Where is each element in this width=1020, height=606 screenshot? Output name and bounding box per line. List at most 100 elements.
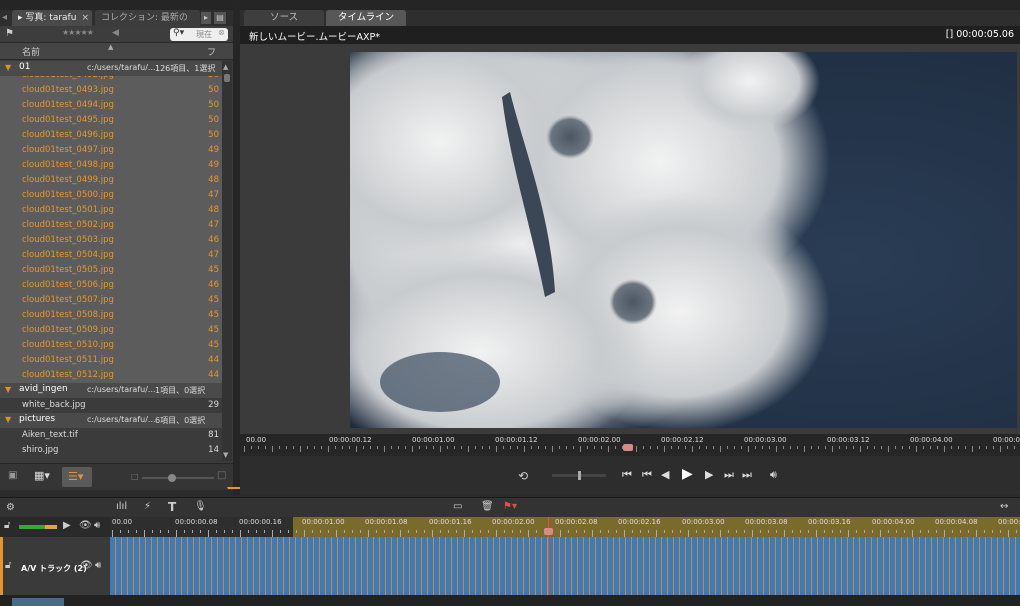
jog-handle[interactable] (578, 471, 581, 480)
timeline-tick-mark (408, 530, 409, 533)
column-right[interactable]: フ (207, 45, 216, 58)
list-item[interactable]: cloud01test_0495.jpg 50 (0, 113, 222, 128)
speaker-icon[interactable]: 🔊︎ (94, 521, 100, 531)
group-header-avid-ingen[interactable]: ▼ avid_ingen c:/users/tarafu/... 1項目、0選択 (0, 383, 222, 398)
tab-timeline[interactable]: タイムライン (326, 10, 406, 26)
list-item[interactable]: cloud01test_0502.jpg 47 (0, 218, 222, 233)
ruler-tick-mark (342, 446, 343, 449)
timeline-tick-mark (512, 530, 513, 533)
list-item[interactable]: cloud01test_0493.jpg 50 (0, 83, 222, 98)
step-forward-icon[interactable]: ▶︎ (705, 468, 713, 481)
new-tab-icon[interactable]: ▤ (214, 12, 226, 24)
list-item[interactable]: cloud01test_0508.jpg 45 (0, 308, 222, 323)
player-ruler[interactable]: 00.00 00:00:00.12 00:00:01.00 00:00:01.12 00… (240, 434, 1020, 456)
clear-search-icon[interactable]: ⊗ (218, 29, 225, 37)
microphone-icon[interactable]: 🎙︎ (194, 502, 207, 512)
column-name[interactable]: 名前 (22, 45, 40, 58)
volume-icon[interactable]: 🔊︎ (770, 468, 777, 482)
tab-photos[interactable]: ▸ 写真: tarafu × (12, 10, 92, 26)
search-box[interactable]: ⚲▾ 現在 ⊗ (170, 28, 228, 41)
track-lock-icon[interactable]: 🔓︎ (5, 561, 11, 571)
next-edit-icon[interactable]: ⏭ (724, 468, 734, 482)
ruler-tick-mark (678, 446, 679, 449)
tab-scroll-right-icon[interactable]: ▸ (201, 12, 211, 24)
filter-icon[interactable]: ◀ (112, 29, 119, 38)
loop-icon[interactable]: ⟲ (518, 470, 528, 482)
zoom-slider-handle[interactable] (168, 474, 176, 482)
ruler-tick-mark (377, 446, 378, 449)
timeline-ruler[interactable]: 00.00 00:00:00.08 00:00:00.16 00:00:01.00 00… (110, 517, 1020, 537)
list-item[interactable]: Aiken_text.tif 81 (0, 428, 222, 443)
previous-edit-icon[interactable]: ⏮ (642, 468, 652, 482)
grid-view-icon[interactable]: ▦▾ (34, 470, 50, 481)
close-icon[interactable]: × (81, 10, 89, 26)
list-item[interactable]: cloud01test_0501.jpg 48 (0, 203, 222, 218)
title-text-icon[interactable]: T (168, 501, 176, 513)
player-playhead[interactable] (623, 444, 633, 451)
timeline-scrollbar[interactable] (0, 595, 1020, 606)
list-scrollbar[interactable]: ▲ ▼ (222, 61, 232, 461)
zoom-slider-track[interactable] (142, 477, 214, 479)
list-item[interactable]: cloud01test_0499.jpg 48 (0, 173, 222, 188)
panel-toggle-icon[interactable]: ▣ (8, 471, 17, 481)
eye-icon[interactable]: 👁︎ (79, 521, 92, 531)
trash-icon[interactable]: 🗑︎ (481, 502, 494, 512)
go-to-end-icon[interactable]: ⏭ (742, 468, 752, 482)
play-track-icon[interactable]: ▶ (63, 521, 71, 531)
fit-timeline-icon[interactable]: ↔ (1000, 502, 1008, 512)
list-item[interactable]: white_back.jpg 29 (0, 398, 222, 413)
scroll-thumb[interactable] (224, 74, 230, 82)
group-header-01[interactable]: ▼ 01 c:/users/tarafu/... 126項目、1選択 (0, 61, 222, 76)
transition-icon[interactable]: ⚡ (144, 502, 151, 512)
list-item[interactable]: cloud01test_0497.jpg 49 (0, 143, 222, 158)
expand-triangle-icon[interactable]: ▼ (5, 63, 11, 72)
list-item[interactable]: cloud01test_0511.jpg 44 (0, 353, 222, 368)
list-item[interactable]: cloud01test_0512.jpg 44 (0, 368, 222, 383)
play-icon[interactable]: ▶ (682, 466, 693, 482)
list-item[interactable]: cloud01test_0510.jpg 45 (0, 338, 222, 353)
track-eye-icon[interactable]: 👁︎ (80, 561, 93, 571)
list-item[interactable]: shiro.jpg 14 (0, 443, 222, 458)
list-item[interactable]: cloud01test_0498.jpg 49 (0, 158, 222, 173)
settings-gear-icon[interactable]: ⚙ (6, 503, 15, 513)
go-to-start-icon[interactable]: ⏮ (622, 468, 632, 482)
list-item[interactable]: cloud01test_0496.jpg 50 (0, 128, 222, 143)
rating-stars-icon[interactable]: ★★★★★ (62, 29, 94, 37)
list-item[interactable]: cloud01test_0509.jpg 45 (0, 323, 222, 338)
panel-splitter[interactable] (233, 0, 240, 495)
list-item[interactable]: cloud01test_0507.jpg 45 (0, 293, 222, 308)
list-item[interactable]: cloud01test_0505.jpg 45 (0, 263, 222, 278)
timeline-scroll-thumb[interactable] (12, 598, 64, 606)
playhead-handle[interactable] (544, 528, 553, 535)
list-item[interactable]: cloud01test_0506.jpg 46 (0, 278, 222, 293)
ruler-tick-label: 00:00:01.12 (495, 436, 538, 444)
list-item[interactable]: cloud01test_0503.jpg 46 (0, 233, 222, 248)
ruler-tick-mark (1000, 446, 1001, 452)
timeline-tick-mark (416, 530, 417, 533)
audio-mixer-icon[interactable]: ılıl (116, 502, 127, 512)
list-view-button[interactable]: ☰▾ (62, 467, 92, 487)
expand-triangle-icon[interactable]: ▼ (5, 415, 11, 424)
track-speaker-icon[interactable]: 🔊︎ (95, 561, 101, 571)
group-header-pictures[interactable]: ▼ pictures c:/users/tarafu/... 6項目、0選択 (0, 413, 222, 428)
tag-icon[interactable]: ⚑ (5, 29, 14, 39)
ruler-tick-mark (251, 446, 252, 449)
av-track-clips[interactable] (110, 537, 1020, 595)
back-arrow-icon[interactable]: ◂ (2, 13, 7, 23)
scroll-down-icon[interactable]: ▼ (223, 452, 228, 459)
step-back-icon[interactable]: ◀︎ (661, 468, 669, 481)
expand-triangle-icon[interactable]: ▼ (5, 385, 11, 394)
storyboard-icon[interactable]: ▭ (453, 502, 462, 512)
lock-icon[interactable]: 🔓︎ (4, 521, 10, 531)
tab-collection[interactable]: コレクション: 最新の (95, 10, 200, 26)
list-item[interactable]: cloud01test_0504.jpg 47 (0, 248, 222, 263)
list-item[interactable]: cloud01test_0500.jpg 47 (0, 188, 222, 203)
ruler-tick-mark (930, 446, 931, 449)
group-count: 6項目、0選択 (155, 416, 206, 425)
video-frame[interactable] (350, 52, 1017, 428)
list-item[interactable]: cloud01test_0494.jpg 50 (0, 98, 222, 113)
scroll-up-icon[interactable]: ▲ (223, 64, 228, 71)
list-item-partial[interactable]: cloud01test_0492.jpg 50 (0, 76, 222, 83)
tab-source[interactable]: ソース (244, 10, 324, 26)
marker-icon[interactable]: ⚑▾ (503, 502, 517, 512)
